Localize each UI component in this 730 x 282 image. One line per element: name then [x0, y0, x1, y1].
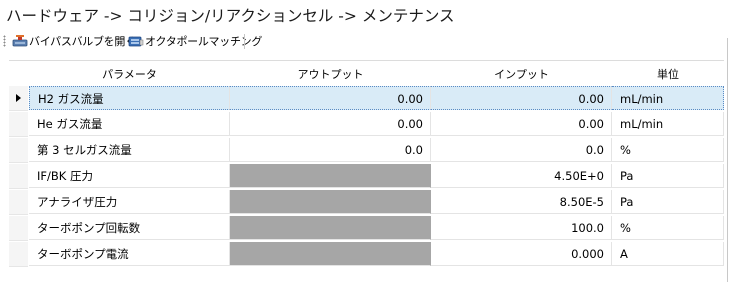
cell-parameter[interactable]: アナライザ圧力	[29, 190, 230, 214]
column-header-output[interactable]: アウトプット	[230, 66, 431, 82]
panel-border	[727, 38, 728, 282]
column-header-input[interactable]: インプット	[431, 66, 612, 82]
cell-input[interactable]: 8.50E-5	[431, 190, 612, 214]
table-row[interactable]: ターボポンプ回転数 100.0%	[9, 216, 724, 241]
table-row[interactable]: IF/BK 圧力 4.50E+0 Pa	[9, 164, 724, 189]
column-header-unit[interactable]: 単位	[612, 66, 724, 82]
row-header[interactable]	[9, 86, 28, 111]
column-header-parameter[interactable]: パラメータ	[29, 66, 230, 82]
cell-output-disabled	[230, 190, 431, 214]
cell-input[interactable]: 100.0	[431, 216, 612, 240]
octapole-matching-button[interactable]: オクタポールマッチング	[128, 32, 262, 50]
table-row[interactable]: H2 ガス流量 0.00 0.00 mL/min	[9, 86, 724, 111]
table-row[interactable]: 第 3 セルガス流量 0.0 0.0%	[9, 138, 724, 163]
cell-parameter[interactable]: H2 ガス流量	[29, 86, 230, 110]
toolbar-grip-icon[interactable]	[3, 35, 6, 47]
cell-output[interactable]: 0.0	[230, 138, 431, 162]
current-row-arrow-icon	[16, 94, 21, 102]
table-header: パラメータ アウトプット インプット 単位	[9, 61, 724, 85]
cell-unit[interactable]: mL/min	[612, 86, 724, 110]
toolbar-separator	[244, 34, 245, 49]
cell-output[interactable]: 0.00	[230, 86, 431, 110]
row-header[interactable]	[9, 242, 28, 267]
cell-unit[interactable]: %	[612, 216, 724, 240]
cell-input[interactable]: 0.0	[431, 138, 612, 162]
cell-parameter[interactable]: He ガス流量	[29, 112, 230, 136]
cell-parameter[interactable]: IF/BK 圧力	[29, 164, 230, 188]
cell-unit[interactable]: mL/min	[612, 112, 724, 136]
octapole-matching-icon	[128, 34, 144, 48]
cell-output-disabled	[230, 242, 431, 266]
valve-open-icon	[12, 34, 28, 48]
maintenance-table: パラメータ アウトプット インプット 単位 H2 ガス流量 0.00 0.00 mL/…	[9, 60, 724, 268]
table-row[interactable]: ターボポンプ電流 0.000 A	[9, 242, 724, 267]
cell-unit[interactable]: Pa	[612, 164, 724, 188]
cell-output[interactable]: 0.00	[230, 112, 431, 136]
cell-parameter[interactable]: 第 3 セルガス流量	[29, 138, 230, 162]
row-header[interactable]	[9, 216, 28, 241]
toolbar: バイパスバルブを開く オクタポールマッチング	[0, 31, 730, 51]
row-header[interactable]	[9, 164, 28, 189]
cell-unit[interactable]: A	[612, 242, 724, 266]
cell-output-disabled	[230, 164, 431, 188]
row-header[interactable]	[9, 190, 28, 215]
cell-unit[interactable]: Pa	[612, 190, 724, 214]
cell-input[interactable]: 0.00	[431, 86, 612, 110]
row-header[interactable]	[9, 112, 28, 137]
page-title: ハードウェア -> コリジョン/リアクションセル -> メンテナンス	[6, 7, 455, 25]
cell-parameter[interactable]: ターボポンプ回転数	[29, 216, 230, 240]
table-row[interactable]: アナライザ圧力 8.50E-5 Pa	[9, 190, 724, 215]
row-header[interactable]	[9, 138, 28, 163]
cell-parameter[interactable]: ターボポンプ電流	[29, 242, 230, 266]
open-bypass-valve-label: バイパスバルブを開く	[29, 35, 136, 48]
cell-input[interactable]: 4.50E+0	[431, 164, 612, 188]
open-bypass-valve-button[interactable]: バイパスバルブを開く	[12, 32, 136, 50]
cell-output-disabled	[230, 216, 431, 240]
cell-unit[interactable]: %	[612, 138, 724, 162]
cell-input[interactable]: 0.000	[431, 242, 612, 266]
table-row[interactable]: He ガス流量 0.00 0.00 mL/min	[9, 112, 724, 137]
cell-input[interactable]: 0.00	[431, 112, 612, 136]
